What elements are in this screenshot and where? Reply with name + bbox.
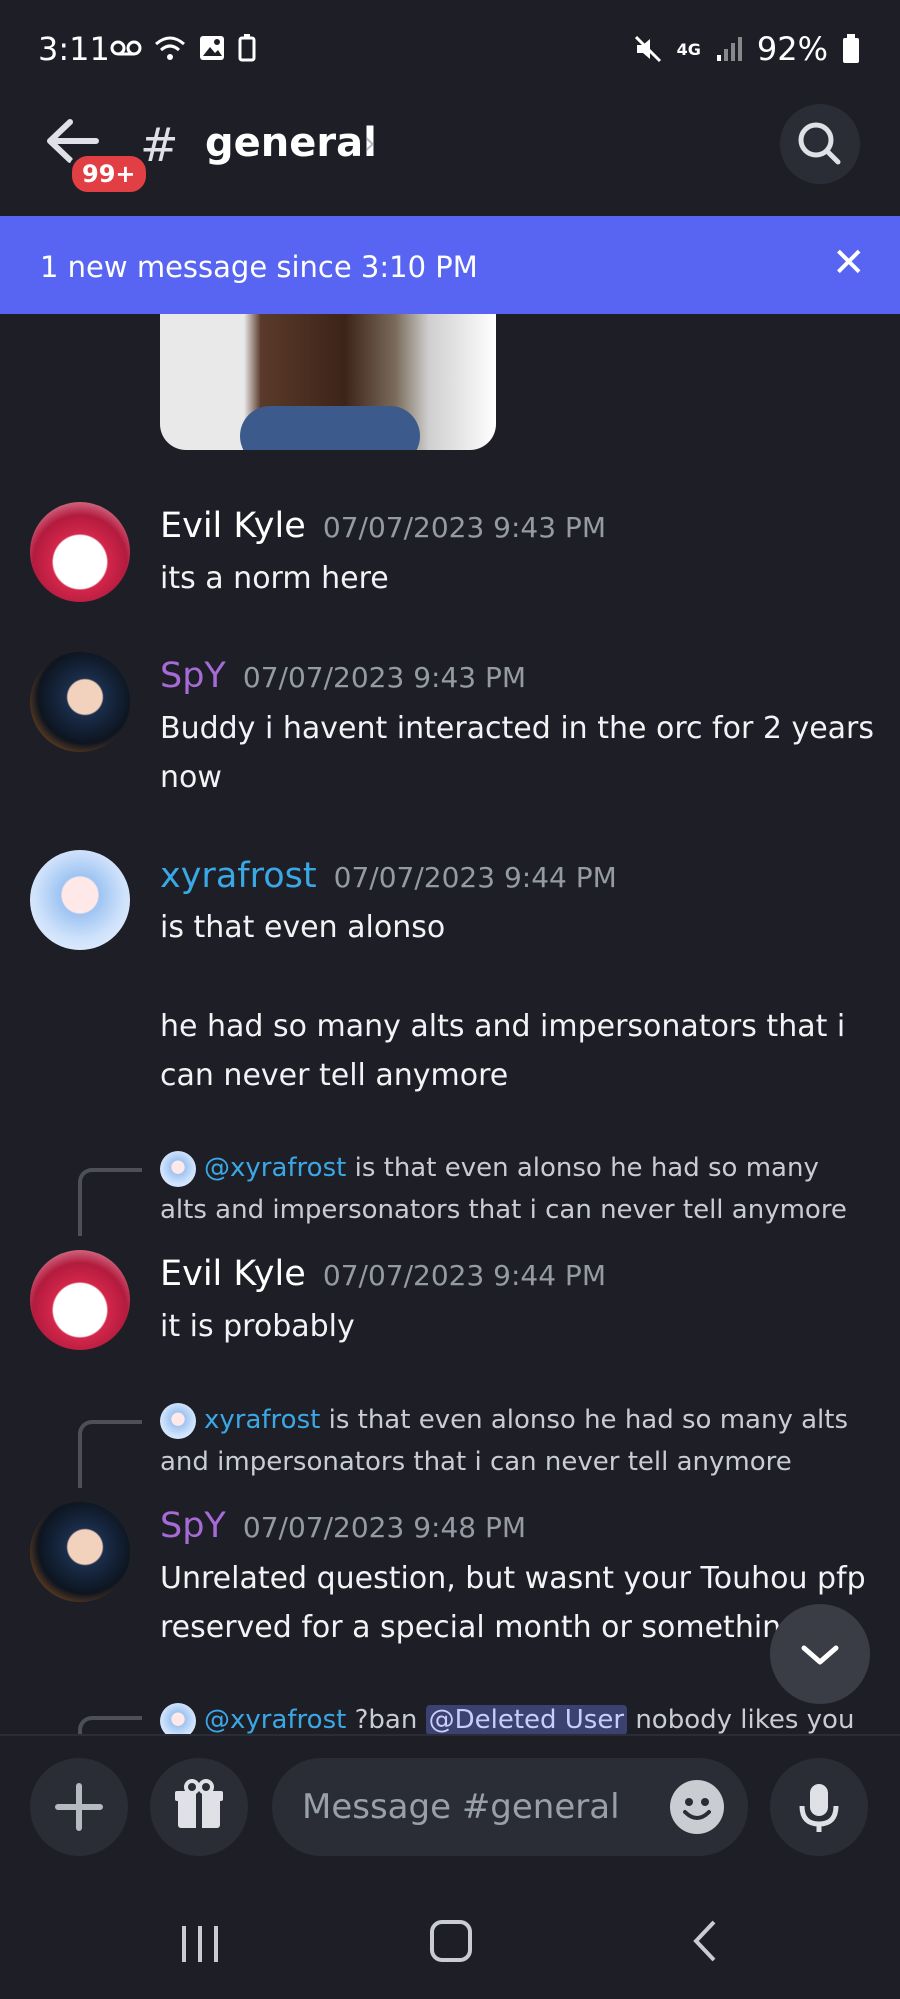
avatar[interactable]	[30, 850, 130, 950]
add-attachment-button[interactable]	[30, 1758, 128, 1856]
message-text: now	[160, 760, 222, 795]
reply-text: ?ban	[354, 1705, 418, 1734]
battery-percent: 92%	[756, 30, 828, 68]
message-text: Buddy i havent interacted in the orc for…	[160, 711, 875, 746]
microphone-button[interactable]	[770, 1758, 868, 1856]
emoji-icon	[683, 1798, 711, 1820]
reply-username[interactable]: @xyrafrost	[204, 1153, 346, 1183]
image-attachment[interactable]	[160, 314, 496, 450]
chevron-down-icon	[801, 1645, 839, 1665]
unread-badge: 99+	[68, 152, 150, 196]
microphone-icon	[799, 1784, 839, 1832]
reply-text[interactable]: alts and impersonators that i can never …	[160, 1190, 890, 1231]
search-icon	[798, 122, 841, 165]
status-left-icons	[110, 34, 256, 62]
recent-apps-icon[interactable]	[176, 1922, 224, 1966]
channel-title[interactable]: general	[205, 120, 377, 166]
gift-button[interactable]	[150, 1758, 248, 1856]
message-text: can never tell anymore	[160, 1058, 509, 1093]
wifi-icon	[155, 36, 185, 60]
username[interactable]: Evil Kyle	[160, 506, 306, 546]
username[interactable]: SpY	[160, 1506, 226, 1546]
close-icon[interactable]: ✕	[832, 240, 866, 286]
mention[interactable]: @Deleted User	[425, 1705, 628, 1734]
channel-hash-icon: #	[140, 118, 179, 172]
message-text: it is probably	[160, 1309, 355, 1344]
plus-icon	[55, 1783, 103, 1831]
reply-connector	[78, 1420, 142, 1488]
reply-text: is that even alonso he had so many alts	[328, 1405, 848, 1435]
4g-lte-icon: 4G	[676, 39, 701, 59]
reply-avatar	[160, 1150, 196, 1187]
status-time: 3:11	[38, 30, 110, 68]
username[interactable]: SpY	[160, 656, 226, 696]
message-header: xyrafrost 07/07/2023 9:44 PM	[160, 856, 617, 896]
message-text: is that even alonso	[160, 910, 446, 945]
timestamp: 07/07/2023 9:44 PM	[333, 861, 617, 894]
message-text: Unrelated question, but wasnt your Touho…	[160, 1561, 866, 1596]
username[interactable]: xyrafrost	[160, 856, 317, 896]
message-header: Evil Kyle 07/07/2023 9:43 PM	[160, 506, 606, 546]
reply-avatar	[160, 1402, 196, 1439]
message-text: he had so many alts and impersonators th…	[160, 1009, 846, 1044]
status-bar: 3:11 4G 92%	[0, 0, 900, 100]
timestamp: 07/07/2023 9:43 PM	[322, 511, 606, 544]
avatar[interactable]	[30, 652, 130, 752]
avatar[interactable]	[30, 1502, 130, 1602]
home-icon[interactable]	[428, 1918, 474, 1964]
message-input-placeholder[interactable]: Message #general	[302, 1787, 620, 1827]
gift-icon	[175, 1779, 223, 1828]
reply-preview[interactable]: @xyrafrost is that even alonso he had so…	[160, 1148, 890, 1189]
reply-preview[interactable]: xyrafrost is that even alonso he had so …	[160, 1400, 890, 1441]
image-icon	[200, 36, 224, 60]
emoji-button[interactable]	[670, 1780, 724, 1834]
message-header: SpY 07/07/2023 9:48 PM	[160, 1506, 526, 1546]
timestamp: 07/07/2023 9:48 PM	[242, 1511, 527, 1544]
jump-to-bottom-button[interactable]	[770, 1604, 870, 1704]
message-header: Evil Kyle 07/07/2023 9:44 PM	[160, 1254, 606, 1294]
message-header: SpY 07/07/2023 9:43 PM	[160, 656, 526, 696]
mute-icon	[634, 35, 661, 63]
battery-saver-icon	[238, 34, 256, 62]
back-icon[interactable]	[690, 1918, 720, 1964]
avatar[interactable]	[30, 502, 130, 602]
search-button[interactable]	[780, 104, 860, 184]
reply-username[interactable]: xyrafrost	[204, 1405, 320, 1435]
battery-icon	[843, 34, 859, 63]
message-text: its a norm here	[160, 561, 389, 596]
timestamp: 07/07/2023 9:43 PM	[242, 661, 527, 694]
reply-username[interactable]: @xyrafrost	[204, 1705, 346, 1734]
reply-text: nobody likes you	[635, 1705, 855, 1734]
chevron-right-icon[interactable]: ›	[364, 126, 376, 161]
reply-connector	[78, 1168, 142, 1236]
reply-text[interactable]: and impersonators that i can never tell …	[160, 1442, 890, 1483]
reply-preview[interactable]: @xyrafrost ?ban @Deleted User nobody lik…	[160, 1700, 890, 1734]
reply-avatar	[160, 1702, 196, 1734]
username[interactable]: Evil Kyle	[160, 1254, 306, 1294]
avatar[interactable]	[30, 1250, 130, 1350]
reply-text: is that even alonso he had so many	[354, 1153, 819, 1183]
timestamp: 07/07/2023 9:44 PM	[322, 1259, 606, 1292]
voicemail-icon	[110, 40, 142, 56]
status-right: 4G 92%	[633, 30, 860, 68]
new-messages-text[interactable]: 1 new message since 3:10 PM	[40, 250, 478, 284]
signal-icon	[716, 37, 742, 61]
